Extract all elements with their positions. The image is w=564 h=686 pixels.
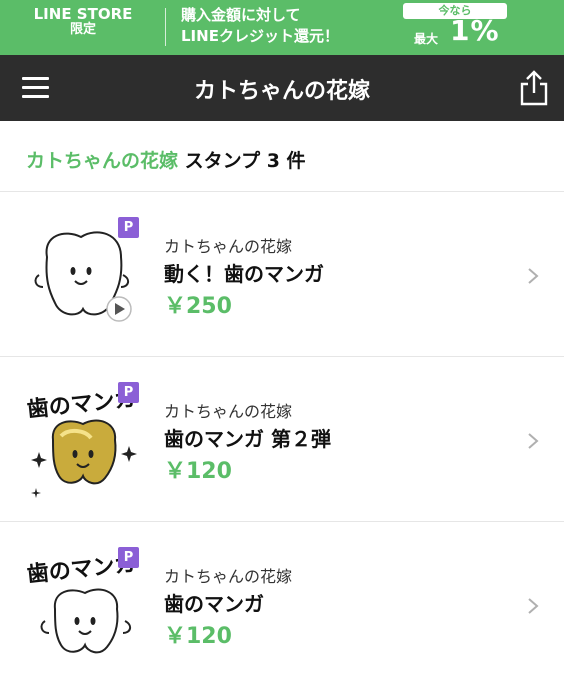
sticker-author: カトちゃんの花嫁 — [164, 567, 293, 586]
premium-badge: P — [118, 217, 139, 238]
result-count: カトちゃんの花嫁 スタンプ 3 件 — [26, 146, 306, 173]
banner-divider — [165, 8, 166, 46]
page-title: カトちゃんの花嫁 — [193, 79, 370, 104]
max-label: 最大 — [414, 32, 439, 46]
promo-banner[interactable]: LINE STORE 限定 購入金額に対して LINEクレジット還元！ 今なら … — [0, 0, 564, 55]
premium-badge: P — [118, 382, 139, 403]
chevron-right-icon — [528, 433, 539, 449]
navigation-bar: カトちゃんの花嫁 — [0, 55, 564, 121]
sticker-name: 歯のマンガ — [164, 592, 264, 616]
item-count: 3 件 — [266, 150, 306, 172]
sticker-price: ￥250 — [164, 294, 232, 319]
sticker-list-item[interactable]: P カトちゃんの花嫁 動く！歯のマンガ ￥250 — [0, 192, 564, 356]
cashback-percent: 1% — [450, 14, 500, 47]
chevron-right-icon — [528, 268, 539, 284]
sticker-author: カトちゃんの花嫁 — [164, 237, 293, 256]
share-icon[interactable] — [519, 70, 549, 106]
sticker-list-item[interactable]: 歯のマンガ P カトちゃんの花嫁 歯のマンガ 第２弾 ￥120 — [0, 357, 564, 521]
chevron-right-icon — [528, 598, 539, 614]
sticker-price: ￥120 — [164, 459, 232, 484]
sticker-name: 動く！歯のマンガ — [164, 262, 324, 286]
promo-text: 購入金額に対して LINEクレジット還元！ — [181, 6, 339, 45]
sticker-author: カトちゃんの花嫁 — [164, 402, 293, 421]
item-kind: スタンプ — [184, 150, 261, 172]
sticker-list-item[interactable]: 歯のマンガ P カトちゃんの花嫁 歯のマンガ ￥120 — [0, 522, 564, 686]
sticker-name: 歯のマンガ 第２弾 — [164, 427, 331, 451]
line-store-label: LINE STORE 限定 — [33, 5, 133, 38]
premium-badge: P — [118, 547, 139, 568]
creator-name[interactable]: カトちゃんの花嫁 — [26, 150, 178, 172]
sticker-price: ￥120 — [164, 624, 232, 649]
